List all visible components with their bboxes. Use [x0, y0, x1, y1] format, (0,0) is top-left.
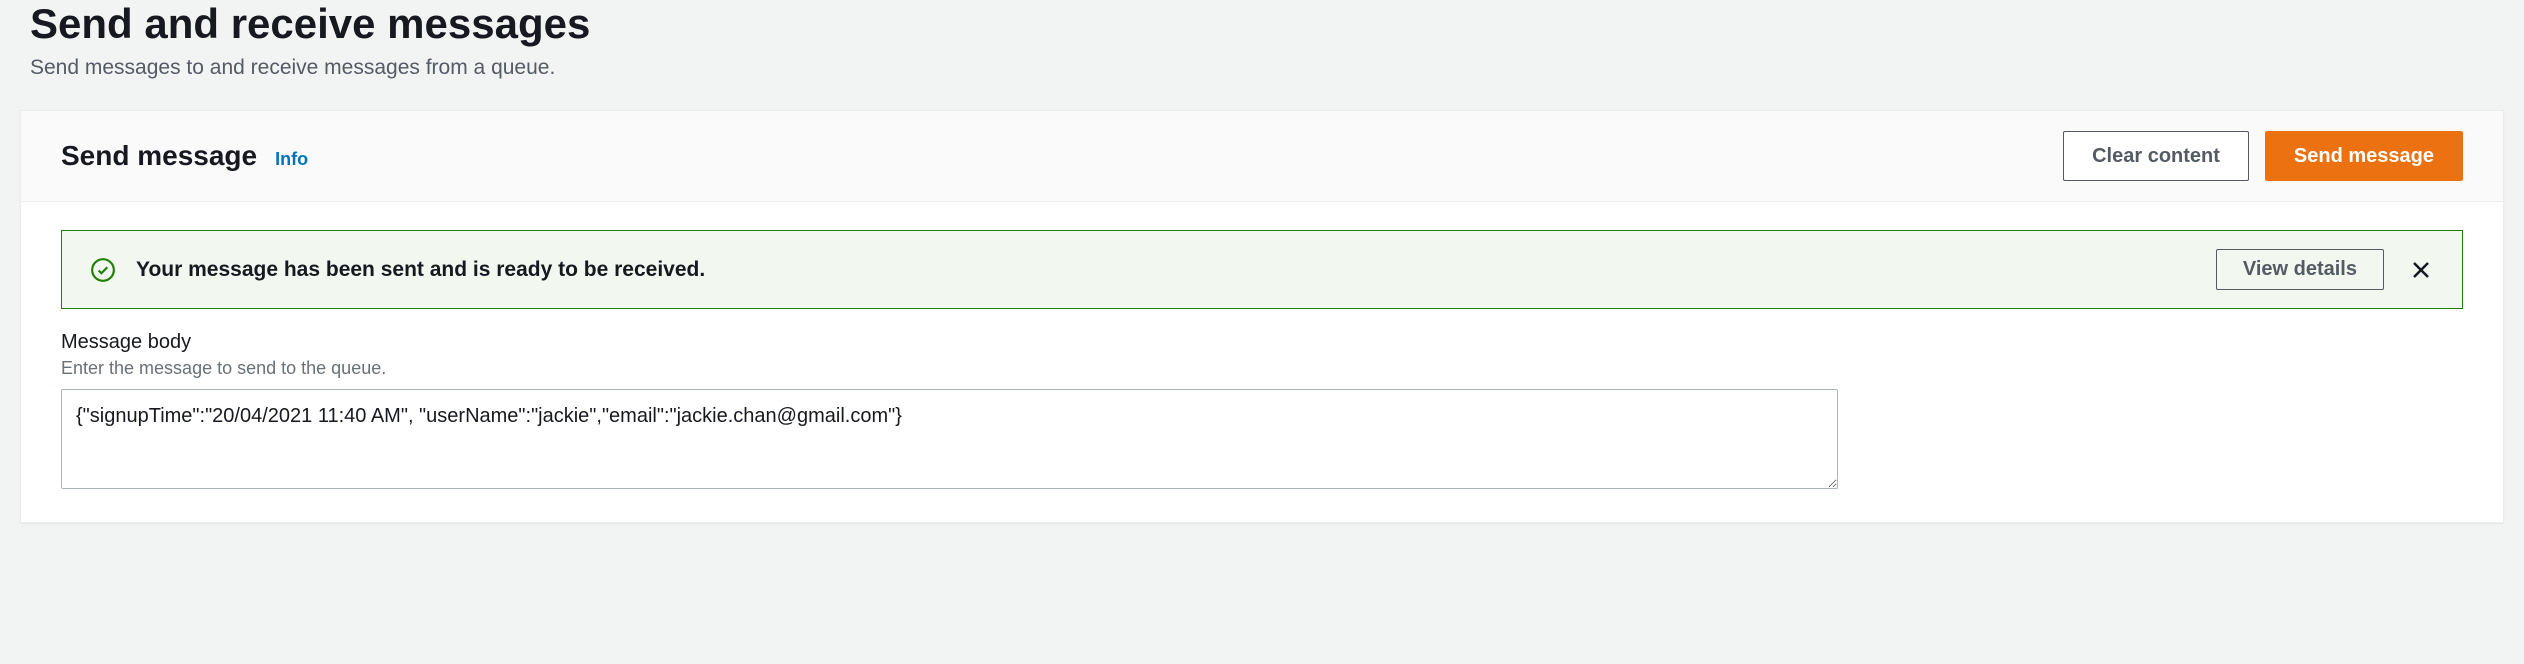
panel-header-left: Send message Info	[61, 140, 308, 172]
check-circle-icon	[90, 257, 116, 283]
panel-header: Send message Info Clear content Send mes…	[21, 111, 2503, 202]
alert-actions: View details	[2216, 249, 2434, 290]
send-message-panel: Send message Info Clear content Send mes…	[20, 110, 2504, 523]
alert-text: Your message has been sent and is ready …	[136, 258, 2196, 282]
panel-header-actions: Clear content Send message	[2063, 131, 2463, 181]
info-link[interactable]: Info	[275, 149, 308, 170]
send-message-button[interactable]: Send message	[2265, 131, 2463, 181]
message-body-label: Message body	[61, 331, 2463, 354]
close-icon[interactable]	[2408, 257, 2434, 283]
page-subtitle: Send messages to and receive messages fr…	[30, 56, 2494, 80]
panel-title: Send message	[61, 140, 257, 172]
message-body-textarea[interactable]	[61, 389, 1838, 489]
clear-content-button[interactable]: Clear content	[2063, 131, 2249, 181]
view-details-button[interactable]: View details	[2216, 249, 2384, 290]
panel-body: Your message has been sent and is ready …	[21, 202, 2503, 522]
message-body-hint: Enter the message to send to the queue.	[61, 358, 2463, 379]
page-title: Send and receive messages	[30, 0, 2494, 48]
success-alert: Your message has been sent and is ready …	[61, 230, 2463, 309]
page-header: Send and receive messages Send messages …	[0, 0, 2524, 110]
